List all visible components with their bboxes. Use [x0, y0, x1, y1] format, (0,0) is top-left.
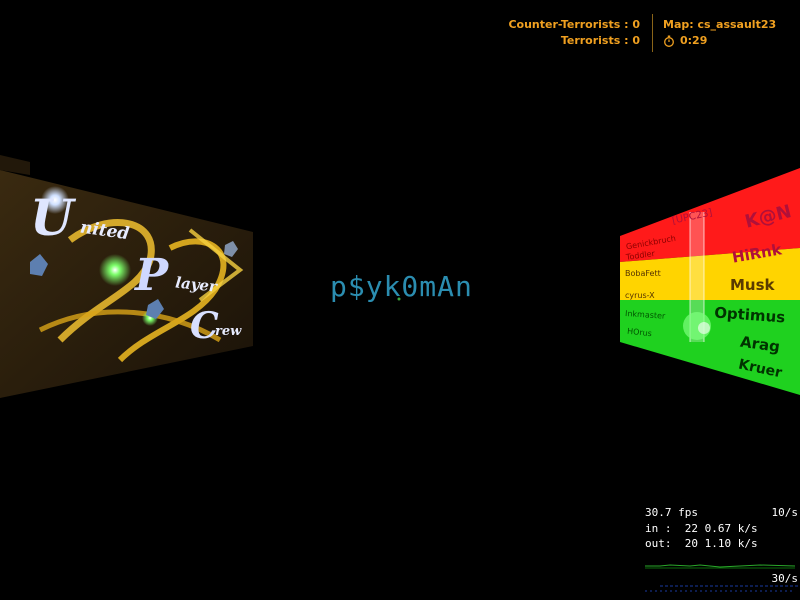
ct-score: Counter-Terrorists : 0 — [508, 18, 640, 31]
banner-text-u: U — [30, 188, 77, 247]
banner-text-crew: rew — [215, 324, 242, 339]
svg-text:BobaFett: BobaFett — [625, 269, 661, 278]
banner-text-p: P — [133, 250, 170, 301]
score-hud: Counter-Terrorists : 0 Terrorists : 0 Ma… — [470, 14, 800, 54]
right-wall-banner: [UPC23] Genickbruch Toddler BobaFett cyr… — [620, 168, 800, 395]
left-wall-banner: U nited P layer C rew — [0, 155, 253, 398]
netgraph-rate-bottom: 30/s — [771, 572, 799, 585]
netgraph: 30.7 fps 10/s in : 22 0.67 k/s out: 20 1… — [645, 506, 800, 600]
netgraph-in: in : 22 0.67 k/s — [645, 522, 758, 535]
player-name-label: p$yk0mAn — [330, 270, 473, 303]
netgraph-out: out: 20 1.10 k/s — [645, 537, 758, 550]
svg-text:cyrus-X: cyrus-X — [625, 291, 655, 300]
netgraph-rate-top: 10/s — [771, 506, 799, 519]
netgraph-fps: 30.7 fps — [645, 506, 698, 519]
svg-text:Musk: Musk — [730, 276, 776, 294]
stopwatch-icon — [664, 35, 674, 47]
t-score: Terrorists : 0 — [560, 34, 640, 47]
hud-divider — [652, 14, 653, 52]
round-timer: 0:29 — [680, 34, 708, 47]
map-name: Map: cs_assault23 — [663, 18, 777, 31]
